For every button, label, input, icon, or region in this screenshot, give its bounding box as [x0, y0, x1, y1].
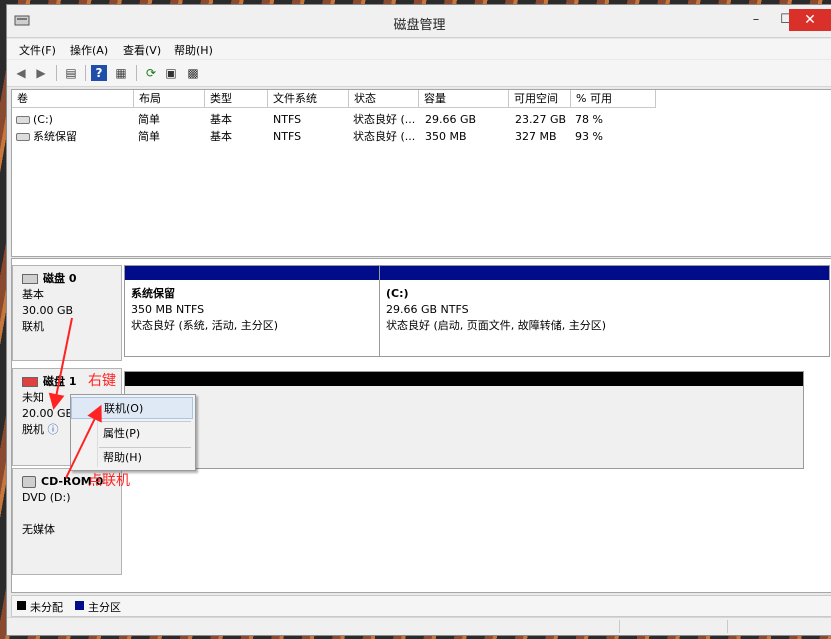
annotation-right-click: 右键	[88, 373, 116, 389]
type-cell: 基本	[210, 130, 232, 143]
layout-cell: 简单	[138, 113, 160, 126]
column-header-capacity[interactable]: 容量	[419, 90, 509, 108]
legend-unallocated: 未分配	[30, 601, 63, 614]
capacity-cell: 29.66 GB	[425, 113, 477, 126]
help-icon[interactable]: ?	[91, 65, 107, 81]
context-menu-online[interactable]: 联机(O)	[71, 397, 193, 419]
menu-bar: 文件(F) 操作(A) 查看(V) 帮助(H)	[7, 39, 831, 59]
column-header-status[interactable]: 状态	[349, 90, 419, 108]
partition-name: (C:)	[386, 287, 409, 300]
type-cell: 基本	[210, 113, 232, 126]
menu-file[interactable]: 文件(F)	[19, 42, 56, 58]
filesystem-cell: NTFS	[273, 113, 302, 126]
disk-state: 无媒体	[22, 523, 55, 536]
toolbar-separator	[85, 65, 86, 81]
status-cell: 状态良好 (...	[353, 130, 416, 143]
capacity-cell: 350 MB	[425, 130, 467, 143]
back-icon[interactable]: ◀	[13, 65, 29, 81]
free-space-cell: 327 MB	[515, 130, 557, 143]
toolbar-separator	[136, 65, 137, 81]
partition-status: 状态良好 (启动, 页面文件, 故障转储, 主分区)	[386, 319, 607, 332]
offline-disk-icon	[22, 377, 38, 387]
legend-primary-partition: 主分区	[88, 601, 121, 614]
partition-size: 29.66 GB NTFS	[386, 303, 469, 316]
context-menu-help[interactable]: 帮助(H)	[71, 447, 193, 469]
forward-icon[interactable]: ▶	[33, 65, 49, 81]
minimize-button[interactable]: –	[741, 9, 771, 31]
partition-system-reserved[interactable]: 系统保留 350 MB NTFS 状态良好 (系统, 活动, 主分区)	[124, 265, 380, 357]
legend-bar: 未分配 主分区	[11, 595, 831, 617]
column-header-layout[interactable]: 布局	[134, 90, 205, 108]
rescan-icon[interactable]: ▣	[163, 65, 179, 81]
table-row[interactable]: (C:) 简单 基本 NTFS 状态良好 (... 29.66 GB 23.27…	[12, 111, 831, 128]
unallocated-legend-swatch	[17, 601, 26, 610]
disk-type: DVD (D:)	[22, 491, 71, 504]
primary-partition-legend-swatch	[75, 601, 84, 610]
disk-0-label[interactable]: 磁盘 0 基本 30.00 GB 联机	[12, 265, 122, 361]
disk-state: 脱机	[22, 423, 44, 436]
menu-help[interactable]: 帮助(H)	[174, 42, 213, 58]
drive-icon	[16, 133, 30, 141]
disk-size: 30.00 GB	[22, 304, 74, 317]
disk-state: 联机	[22, 320, 44, 333]
info-icon[interactable]: ⓘ	[48, 423, 59, 436]
window-title: 磁盘管理	[393, 18, 446, 33]
unallocated-bar	[125, 372, 803, 386]
settings-icon[interactable]: ▩	[185, 65, 201, 81]
show-hide-console-tree-icon[interactable]: ▤	[63, 65, 79, 81]
volume-list: 卷 布局 类型 文件系统 状态 容量 可用空间 % 可用 (C:) 简单 基本 …	[11, 89, 831, 257]
status-bar-segment	[619, 620, 620, 633]
primary-partition-bar	[125, 266, 379, 280]
filesystem-cell: NTFS	[273, 130, 302, 143]
disk-name: 磁盘 1	[43, 375, 77, 388]
status-bar	[7, 617, 831, 635]
context-menu-properties[interactable]: 属性(P)	[71, 423, 193, 445]
disk-icon	[22, 274, 38, 284]
free-space-cell: 23.27 GB	[515, 113, 567, 126]
partition-c-drive[interactable]: (C:) 29.66 GB NTFS 状态良好 (启动, 页面文件, 故障转储,…	[379, 265, 830, 357]
menu-view[interactable]: 查看(V)	[123, 42, 161, 58]
disk-type: 基本	[22, 288, 44, 301]
volume-name: (C:)	[33, 113, 53, 126]
volume-name: 系统保留	[33, 130, 77, 143]
context-menu: 联机(O) 属性(P) 帮助(H)	[70, 394, 196, 471]
partition-size: 350 MB NTFS	[131, 303, 205, 316]
table-row[interactable]: 系统保留 简单 基本 NTFS 状态良好 (... 350 MB 327 MB …	[12, 128, 831, 145]
close-button[interactable]: ✕	[789, 9, 831, 31]
annotation-click-online: 点联机	[88, 473, 130, 489]
layout-cell: 简单	[138, 130, 160, 143]
refresh-icon[interactable]: ⟳	[143, 65, 159, 81]
column-header-percent-free[interactable]: % 可用	[571, 90, 656, 108]
partition-name: 系统保留	[131, 287, 175, 300]
title-bar: 磁盘管理 – ☐ ✕	[7, 5, 831, 38]
properties-icon[interactable]: ▦	[113, 65, 129, 81]
drive-icon	[16, 116, 30, 124]
toolbar-separator	[56, 65, 57, 81]
column-header-volume[interactable]: 卷	[12, 90, 134, 108]
percent-free-cell: 78 %	[575, 113, 603, 126]
percent-free-cell: 93 %	[575, 130, 603, 143]
toolbar: ◀ ▶ ▤ ? ▦ ⟳ ▣ ▩	[7, 60, 831, 87]
status-cell: 状态良好 (...	[353, 113, 416, 126]
partition-status: 状态良好 (系统, 活动, 主分区)	[131, 319, 279, 332]
cdrom-icon	[22, 476, 36, 488]
column-header-type[interactable]: 类型	[205, 90, 268, 108]
disk-management-window: 磁盘管理 – ☐ ✕ 文件(F) 操作(A) 查看(V) 帮助(H) ◀ ▶ ▤…	[6, 4, 831, 636]
primary-partition-bar	[380, 266, 829, 280]
menu-action[interactable]: 操作(A)	[70, 42, 108, 58]
column-header-free-space[interactable]: 可用空间	[509, 90, 571, 108]
disk-1-unavailable-area[interactable]	[124, 371, 804, 469]
disk-name: 磁盘 0	[43, 272, 77, 285]
status-bar-segment	[727, 620, 728, 633]
context-menu-separator	[99, 421, 191, 422]
column-header-filesystem[interactable]: 文件系统	[268, 90, 349, 108]
